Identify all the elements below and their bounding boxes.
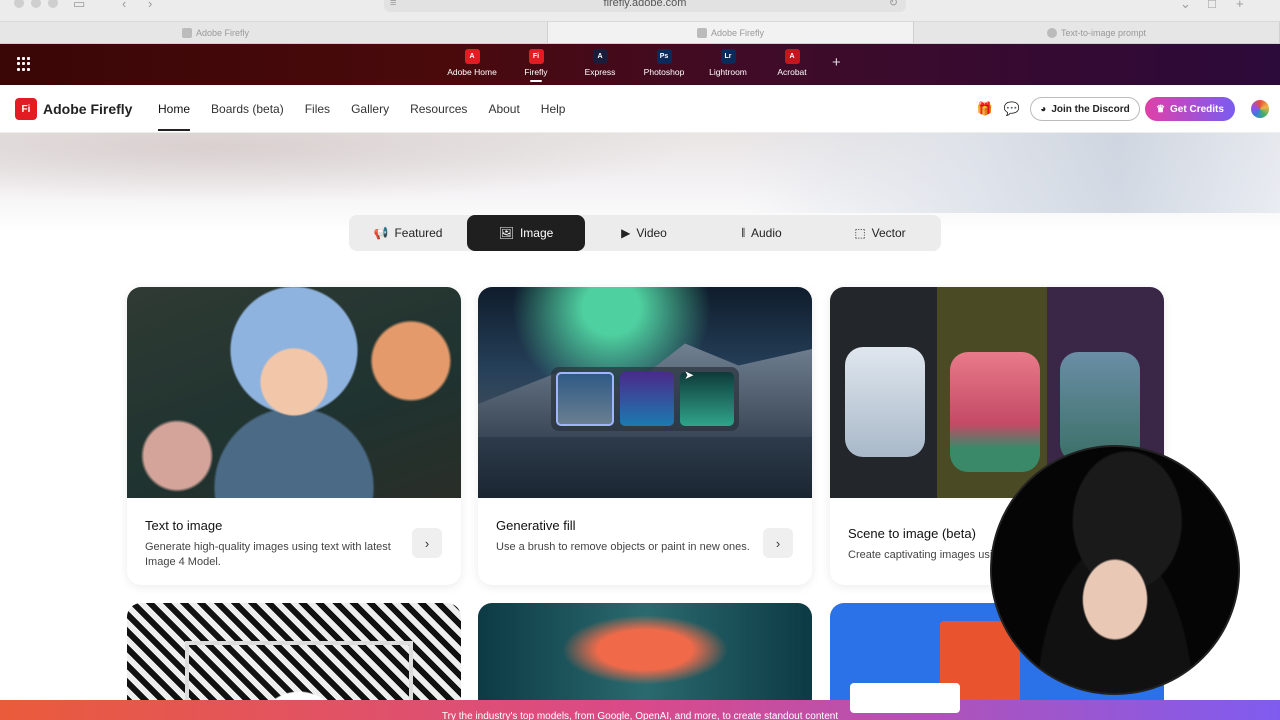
chat-icon[interactable]: 💬 <box>1004 101 1020 117</box>
robot-figure <box>845 347 925 457</box>
get-credits-button[interactable]: ♛ Get Credits <box>1145 97 1235 121</box>
tab-label: Vector <box>871 226 906 240</box>
nav-boards-beta[interactable]: Boards (beta) <box>211 85 284 133</box>
app-logo-icon: Fi <box>528 49 544 64</box>
card-description: Use a brush to remove objects or paint i… <box>496 541 750 553</box>
card-image <box>127 287 461 498</box>
nav-help[interactable]: Help <box>541 85 566 133</box>
app-express[interactable]: A Express <box>568 49 632 77</box>
tab-featured[interactable]: 📢 Featured <box>349 215 467 251</box>
share-icon[interactable]: □ <box>1208 0 1216 11</box>
megaphone-icon: 📢 <box>373 226 389 240</box>
app-label: Lightroom <box>709 67 747 77</box>
card-title: Generative fill <box>496 518 576 533</box>
promo-banner[interactable]: Try the industry's top models, from Goog… <box>0 700 1280 720</box>
nav-resources[interactable]: Resources <box>410 85 467 133</box>
forward-icon[interactable]: › <box>148 0 152 11</box>
waveform-icon: 𝄃 <box>742 225 745 240</box>
variation-thumbnails <box>551 367 739 431</box>
chevron-right-icon[interactable]: › <box>763 528 793 558</box>
nav-gallery[interactable]: Gallery <box>351 85 389 133</box>
image-icon: 🖼 <box>498 226 514 240</box>
crown-icon: ♛ <box>1156 103 1166 115</box>
avatar[interactable] <box>1251 100 1269 118</box>
nav-files[interactable]: Files <box>305 85 330 133</box>
app-label: Firefly <box>524 67 548 77</box>
card-image <box>478 287 812 498</box>
tab-label: Image <box>519 226 554 240</box>
download-icon[interactable]: ⌄ <box>1180 0 1191 12</box>
site-header: Fi Adobe Firefly Home Boards (beta) Files G… <box>0 85 1280 133</box>
add-app-icon[interactable]: + <box>832 54 841 71</box>
main-nav: Home Boards (beta) Files Gallery Resources Ab… <box>158 85 565 133</box>
chevron-right-icon[interactable]: › <box>412 528 442 558</box>
robot-figure <box>950 352 1040 472</box>
app-logo-icon: A <box>784 49 800 64</box>
app-logo-icon: A <box>592 49 608 64</box>
adobe-app-bar: A Adobe Home Fi Firefly A Express Ps Photoshop L… <box>0 44 1280 85</box>
app-label: Express <box>584 67 616 77</box>
back-icon[interactable]: ‹ <box>122 0 126 11</box>
app-switcher: A Adobe Home Fi Firefly A Express Ps Photoshop L… <box>440 49 824 82</box>
tab-label: Audio <box>751 226 782 240</box>
browser-tab-2[interactable]: Adobe Firefly <box>548 22 914 43</box>
app-photoshop[interactable]: Ps Photoshop <box>632 49 696 77</box>
app-logo-icon: A <box>464 49 480 64</box>
card-text-to-image[interactable]: Text to image Generate high-quality imag… <box>127 287 461 585</box>
app-label: Photoshop <box>643 67 685 77</box>
card-title: Scene to image (beta) <box>848 526 976 541</box>
app-acrobat[interactable]: A Acrobat <box>760 49 824 77</box>
app-adobe-home[interactable]: A Adobe Home <box>440 49 504 77</box>
firefly-favicon-icon <box>182 27 192 38</box>
address-bar[interactable]: ≡ firefly.adobe.com ↻ <box>384 0 906 12</box>
tab-label: Video <box>636 226 667 240</box>
card-title: Text to image <box>145 518 223 533</box>
browser-tab-1[interactable]: Adobe Firefly <box>0 22 548 43</box>
tab-vector[interactable]: ⬚ Vector <box>821 215 939 251</box>
card-generative-fill[interactable]: Generative fill Use a brush to remove ob… <box>478 287 812 585</box>
browser-tab-3[interactable]: Text-to-image prompt <box>914 22 1280 43</box>
new-tab-icon[interactable]: + <box>1236 0 1244 11</box>
app-label: Adobe Home <box>447 67 497 77</box>
tab-video[interactable]: ▶ Video <box>585 215 703 251</box>
app-logo-icon: Ps <box>656 49 672 64</box>
browser-toolbar: ▭ ‹ › ≡ firefly.adobe.com ↻ ⌄ □ + <box>0 0 1280 22</box>
firefly-logo-icon: Fi <box>15 98 37 120</box>
app-lightroom[interactable]: Lr Lightroom <box>696 49 760 77</box>
card-description: Generate high-quality images using text … <box>145 541 391 568</box>
firefly-favicon-icon <box>696 27 707 38</box>
window-controls[interactable] <box>14 0 58 8</box>
vector-icon: ⬚ <box>854 226 866 240</box>
category-tabs: 📢 Featured 🖼 Image ▶ Video 𝄃 Audio ⬚ Vector <box>349 215 941 251</box>
gift-icon[interactable]: 🎁 <box>977 101 993 117</box>
sidebar-toggle-icon[interactable]: ▭ <box>73 0 85 12</box>
brand-logo[interactable]: Fi Adobe Firefly <box>15 98 132 120</box>
url-text: firefly.adobe.com <box>603 0 687 9</box>
app-logo-icon: Lr <box>720 49 736 64</box>
nav-home[interactable]: Home <box>158 85 191 133</box>
webcam-overlay <box>990 445 1240 695</box>
play-icon: ▶ <box>621 226 631 240</box>
tab-strip: Adobe Firefly Adobe Firefly Text-to-imag… <box>0 22 1280 44</box>
app-firefly[interactable]: Fi Firefly <box>504 49 568 82</box>
discord-icon: ◕ <box>1040 103 1047 115</box>
chatgpt-favicon-icon <box>1046 27 1057 38</box>
tab-label: Featured <box>394 226 443 240</box>
page-menu-icon[interactable]: ≡ <box>390 0 396 14</box>
mouse-cursor-icon: ➤ <box>684 368 695 382</box>
tab-image[interactable]: 🖼 Image <box>467 215 585 251</box>
brand-name: Adobe Firefly <box>43 101 133 117</box>
reload-icon[interactable]: ↻ <box>889 0 898 14</box>
app-label: Acrobat <box>777 67 807 77</box>
app-grid-icon[interactable] <box>17 57 31 71</box>
tab-audio[interactable]: 𝄃 Audio <box>703 215 821 251</box>
nav-about[interactable]: About <box>488 85 519 133</box>
join-discord-button[interactable]: ◕ Join the Discord <box>1030 97 1140 121</box>
